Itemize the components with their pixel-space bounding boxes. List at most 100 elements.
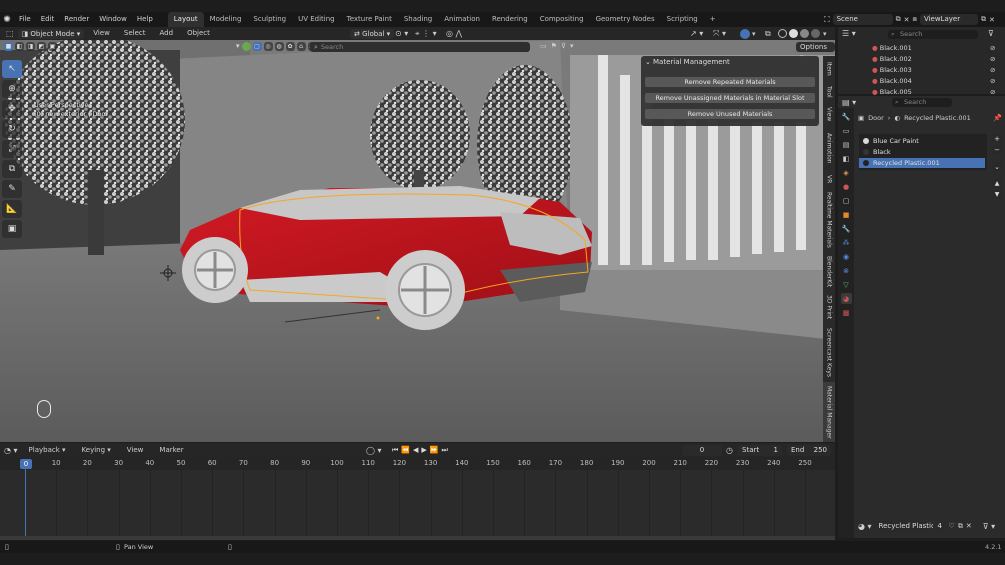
shading-dropdown-icon[interactable]: ▾ [823, 30, 827, 38]
scene-icon[interactable]: ⛶ [824, 15, 830, 25]
move-up-icon[interactable]: ▲ [992, 179, 1002, 188]
particles-tab-icon[interactable]: ⁂ [841, 237, 852, 248]
user-count[interactable]: 4 [935, 520, 946, 532]
remove-unused-materials-button[interactable]: Remove Unused Materials [645, 109, 815, 119]
rendered-shading-icon[interactable] [811, 29, 820, 38]
play-reverse-icon[interactable]: ◀ [413, 446, 418, 455]
new-view-layer-icon[interactable]: ⧉ [981, 15, 986, 24]
menu-edit[interactable]: Edit [36, 12, 60, 27]
visibility-mode-icon[interactable]: ◎ [263, 42, 273, 51]
collapse-chevron-icon[interactable]: ⌄ [645, 56, 651, 68]
menu-timeline-view[interactable]: View [122, 443, 149, 458]
jump-end-icon[interactable]: ⏭ [442, 446, 448, 455]
scale-icon[interactable]: ⤢ [2, 140, 22, 158]
outliner-item[interactable]: ● Black.002 ⊘ [872, 55, 995, 63]
tab-rendering[interactable]: Rendering [486, 12, 534, 27]
jump-start-icon[interactable]: ⏮ [392, 446, 398, 455]
material-slot[interactable]: Black [859, 147, 985, 157]
tab-sculpting[interactable]: Sculpting [247, 12, 292, 27]
add-workspace-icon[interactable]: + [704, 12, 722, 27]
object-tab-icon[interactable]: ■ [841, 209, 852, 220]
visibility-mode-icon[interactable]: ✿ [285, 42, 295, 51]
tab-blenderkit[interactable]: BlenderKit [823, 254, 835, 290]
options-dropdown[interactable]: Options ▾ [796, 42, 835, 61]
link-icon[interactable]: ⊘ [990, 66, 995, 74]
next-keyframe-icon[interactable]: ⏩ [430, 446, 439, 455]
playhead-label[interactable]: 0 [20, 459, 32, 469]
material-name-field[interactable]: Recycled Plastic.... [874, 520, 933, 532]
remove-repeated-materials-button[interactable]: Remove Repeated Materials [645, 77, 815, 87]
viewport-color-icon[interactable] [241, 42, 251, 51]
proportional-edit-icon[interactable]: ◎ ⋀ [446, 29, 462, 38]
tab-geometry-nodes[interactable]: Geometry Nodes [590, 12, 661, 27]
panel-title[interactable]: ⌄ Material Management [641, 56, 819, 68]
transform-gizmo-icon[interactable]: ⤧ ▾ [713, 29, 726, 39]
new-scene-icon[interactable]: ⧉ [896, 15, 901, 24]
modifiers-tab-icon[interactable]: 🔧 [841, 223, 852, 234]
view-layer-field[interactable]: ViewLayer [919, 14, 978, 25]
fake-user-icon[interactable]: ♡ [949, 522, 955, 530]
link-icon[interactable]: ⊘ [990, 44, 995, 52]
tab-modeling[interactable]: Modeling [204, 12, 248, 27]
end-frame-field[interactable]: End 250 [787, 444, 831, 456]
add-cube-icon[interactable]: ▣ [2, 220, 22, 238]
annotate-icon[interactable]: ✎ [2, 180, 22, 198]
add-slot-icon[interactable]: + [992, 134, 1002, 143]
material-browse-icon[interactable]: ◕ ▾ [858, 522, 872, 531]
gizmo-icon[interactable]: ↗ ▾ [690, 29, 703, 38]
tab-screencast-keys[interactable]: Screencast Keys [823, 324, 835, 380]
menu-view[interactable]: View [88, 26, 115, 41]
wireframe-shading-icon[interactable] [778, 29, 787, 38]
tab-shading[interactable]: Shading [398, 12, 438, 27]
cursor-icon[interactable]: ⊕ [2, 80, 22, 98]
link-icon[interactable]: ⊘ [990, 88, 995, 96]
slot-menu-icon[interactable]: ⌄ [992, 162, 1002, 171]
filter-dropdown-icon[interactable]: ▾ [570, 42, 574, 50]
texture-tab-icon[interactable]: ▩ [841, 307, 852, 318]
current-frame-field[interactable]: 0 [682, 444, 722, 456]
clock-icon[interactable]: ◷ [726, 446, 733, 455]
move-down-icon[interactable]: ▼ [992, 190, 1002, 199]
tab-animotion[interactable]: Animotion [823, 126, 835, 170]
menu-object[interactable]: Object [182, 26, 215, 41]
snap-icon[interactable]: ⌖ ⋮ ▾ [415, 29, 437, 39]
menu-playback[interactable]: Playback ▾ [24, 443, 71, 458]
visibility-mode-icon[interactable]: ▢ [252, 42, 262, 51]
auto-keying-icon[interactable]: ◯ ▾ [366, 446, 382, 455]
tab-scripting[interactable]: Scripting [661, 12, 704, 27]
outliner-search-input[interactable]: ⌕ Search [888, 30, 978, 39]
material-shading-icon[interactable] [800, 29, 809, 38]
filter-dropdown-icon[interactable]: ▾ [236, 42, 240, 51]
menu-marker[interactable]: Marker [154, 443, 188, 458]
transform-icon[interactable]: ⧉ [2, 160, 22, 178]
material-slot[interactable]: Blue Car Paint [859, 136, 985, 146]
transform-orientation-dropdown[interactable]: ⇄ Global ▾ [350, 28, 395, 39]
select-invert-icon[interactable]: ◩ [37, 42, 46, 51]
select-new-icon[interactable]: ■ [4, 42, 13, 51]
select-extend-icon[interactable]: ◧ [15, 42, 24, 51]
editor-type-icon[interactable]: ⬚ [6, 29, 14, 38]
menu-render[interactable]: Render [59, 12, 94, 27]
tab-item[interactable]: Item [823, 58, 835, 80]
link-icon[interactable]: ⊘ [990, 55, 995, 63]
world-tab-icon[interactable]: ● [841, 181, 852, 192]
menu-add[interactable]: Add [155, 26, 179, 41]
filter-icon[interactable]: ⊽ [561, 42, 566, 50]
material-tab-icon[interactable]: ◕ [840, 293, 852, 304]
timeline-body[interactable] [0, 470, 835, 536]
select-box-icon[interactable]: ↖ [2, 60, 22, 78]
menu-help[interactable]: Help [132, 12, 158, 27]
tab-view[interactable]: View [823, 104, 835, 124]
collection-tab-icon[interactable]: ▢ [841, 195, 852, 206]
play-icon[interactable]: ▶ [421, 446, 426, 455]
view-layer-icon[interactable]: ⧈ [912, 15, 916, 24]
blender-logo-icon[interactable]: ✺ [0, 12, 14, 27]
duplicate-icon[interactable]: ⧉ [958, 522, 963, 531]
render-tab-icon[interactable]: ▭ [841, 125, 852, 136]
outliner-item[interactable]: ● Black.001 ⊘ [872, 44, 995, 52]
tab-layout[interactable]: Layout [167, 12, 204, 27]
tab-compositing[interactable]: Compositing [534, 12, 590, 27]
outliner-editor-icon[interactable]: ☰ ▾ [842, 29, 856, 38]
tab-tool[interactable]: Tool [823, 82, 835, 102]
select-intersect-icon[interactable]: ▣ [48, 42, 57, 51]
